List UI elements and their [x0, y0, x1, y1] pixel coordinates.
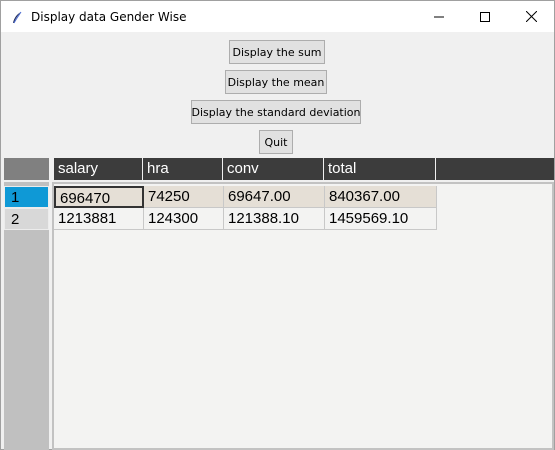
row-index-1[interactable]: 1	[4, 186, 49, 208]
display-mean-button[interactable]: Display the mean	[225, 70, 327, 94]
window-title: Display data Gender Wise	[31, 9, 187, 24]
feather-icon	[10, 10, 24, 24]
table-cell[interactable]: 696470	[54, 186, 144, 208]
column-header-hra[interactable]: hra	[143, 158, 223, 180]
column-header-total[interactable]: total	[324, 158, 436, 180]
row-index-2[interactable]: 2	[4, 208, 49, 230]
display-sum-button[interactable]: Display the sum	[229, 40, 325, 64]
column-header-bar: salary hra conv total	[54, 158, 554, 180]
display-std-button[interactable]: Display the standard deviation	[191, 100, 361, 124]
maximize-button[interactable]	[462, 1, 508, 32]
table-cell[interactable]: 74250	[144, 186, 224, 208]
table-cell[interactable]: 121388.10	[224, 208, 325, 230]
table-cell[interactable]: 1459569.10	[325, 208, 437, 230]
title-bar: Display data Gender Wise	[1, 1, 554, 32]
table-cell[interactable]: 1213881	[54, 208, 144, 230]
table-cell[interactable]: 124300	[144, 208, 224, 230]
column-header-conv[interactable]: conv	[223, 158, 324, 180]
table-cell[interactable]: 840367.00	[325, 186, 437, 208]
table-cell[interactable]: 69647.00	[224, 186, 325, 208]
column-header-salary[interactable]: salary	[54, 158, 143, 180]
table-corner	[4, 158, 49, 180]
data-grid[interactable]: 696470 74250 69647.00 840367.00 1213881 …	[52, 182, 554, 450]
minimize-button[interactable]	[416, 1, 462, 32]
row-index-panel: 1 2	[4, 182, 49, 450]
quit-button[interactable]: Quit	[259, 130, 293, 154]
close-button[interactable]	[508, 1, 554, 32]
